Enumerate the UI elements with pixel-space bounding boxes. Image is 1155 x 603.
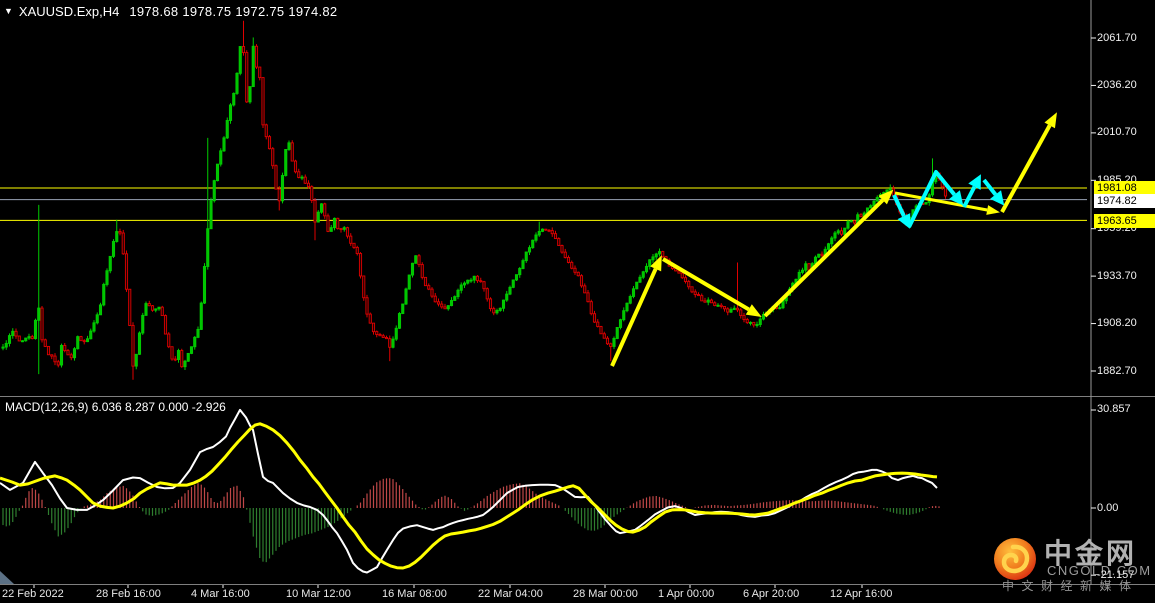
- mt4-chart-window: ▼ XAUUSD.Exp,H4 1978.68 1978.75 1972.75 19…: [0, 0, 1155, 603]
- pane-corner-grip-icon[interactable]: [0, 571, 14, 584]
- cngold-watermark: 中金网 CNGOLD.COM 中文财经新媒体: [992, 532, 1155, 598]
- chart-canvas[interactable]: [0, 0, 1155, 603]
- price-badge: 1963.65: [1094, 213, 1155, 228]
- date-label: 12 Apr 16:00: [830, 588, 893, 600]
- macd-tick-label: 0.00: [1097, 501, 1119, 514]
- price-tick-label: 2036.20: [1097, 78, 1137, 91]
- price-tick-label: 2061.70: [1097, 31, 1137, 44]
- date-label: 28 Feb 16:00: [96, 588, 161, 600]
- chart-title-bar: ▼ XAUUSD.Exp,H4 1978.68 1978.75 1972.75 19…: [4, 4, 337, 19]
- date-label: 22 Mar 04:00: [478, 588, 543, 600]
- price-badge: 1981.08: [1094, 181, 1155, 196]
- date-label: 10 Mar 12:00: [286, 588, 351, 600]
- date-label: 22 Feb 2022: [2, 588, 64, 600]
- symbol-dropdown-icon[interactable]: ▼: [4, 6, 13, 16]
- date-label: 16 Mar 08:00: [382, 588, 447, 600]
- ohlc-quote: 1978.68 1978.75 1972.75 1974.82: [129, 4, 338, 19]
- date-label: 1 Apr 00:00: [658, 588, 715, 600]
- macd-tick-label: -21.157: [1097, 568, 1135, 581]
- macd-signal-line: [0, 422, 938, 570]
- macd-indicator-label: MACD(12,26,9) 6.036 8.287 0.000 -2.926: [5, 400, 226, 414]
- date-label: 28 Mar 00:00: [573, 588, 638, 600]
- date-label: 4 Mar 16:00: [191, 588, 250, 600]
- price-badge: 1974.82: [1094, 194, 1155, 209]
- cngold-logo-icon: [994, 538, 1036, 580]
- price-tick-label: 1882.70: [1097, 364, 1137, 377]
- price-tick-label: 1933.70: [1097, 269, 1137, 282]
- price-axis-ticks: [33, 37, 1096, 588]
- trend-arrows: [610, 112, 1057, 367]
- date-label: 6 Apr 20:00: [743, 588, 800, 600]
- symbol-name: XAUUSD.Exp,H4: [18, 4, 120, 19]
- price-tick-label: 2010.70: [1097, 126, 1137, 139]
- macd-tick-label: 30.857: [1097, 403, 1131, 416]
- price-tick-label: 1908.20: [1097, 317, 1137, 330]
- candlesticks: [1, 20, 948, 380]
